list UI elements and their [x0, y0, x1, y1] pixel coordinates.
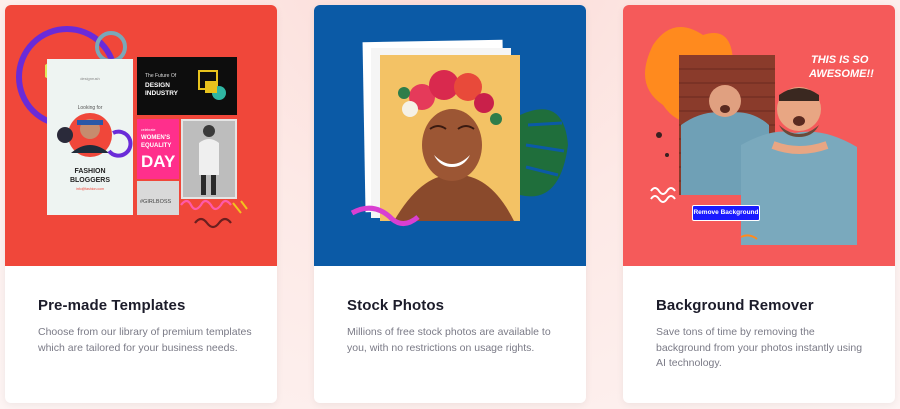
remove-background-button[interactable]: Remove Background [692, 205, 760, 221]
feature-card-background-remover[interactable]: THIS IS SO AWESOME!! Remove Background B… [623, 5, 895, 403]
svg-text:DAY: DAY [141, 152, 176, 171]
svg-text:BLOGGERS: BLOGGERS [70, 177, 110, 184]
card-description: Save tons of time by removing the backgr… [656, 326, 863, 369]
svg-text:info@fashion.com: info@fashion.com [76, 187, 104, 191]
svg-text:celebrate: celebrate [141, 128, 155, 132]
svg-text:AWESOME!!: AWESOME!! [808, 68, 874, 80]
card-description: Millions of free stock photos are availa… [347, 326, 551, 354]
svg-text:#GIRLBOSS: #GIRLBOSS [140, 199, 172, 205]
svg-text:FASHION: FASHION [74, 168, 105, 175]
svg-text:EQUALITY: EQUALITY [141, 143, 171, 149]
card-title: Stock Photos [347, 297, 445, 314]
svg-text:The Future Of: The Future Of [145, 73, 177, 79]
stock-photos-illustration [314, 5, 586, 266]
feature-card-premade-templates[interactable]: designrush Looking for FASHION BLOGGERS … [5, 5, 277, 403]
feature-card-stock-photos[interactable]: Stock Photos Millions of free stock phot… [314, 5, 586, 403]
svg-text:designrush: designrush [80, 76, 100, 81]
svg-text:THIS IS SO: THIS IS SO [811, 54, 869, 66]
svg-text:WOMEN'S: WOMEN'S [141, 135, 170, 141]
templates-illustration: designrush Looking for FASHION BLOGGERS … [5, 5, 277, 266]
svg-text:INDUSTRY: INDUSTRY [145, 90, 179, 97]
card-title: Background Remover [656, 297, 814, 314]
svg-text:DESIGN: DESIGN [145, 82, 170, 89]
card-description: Choose from our library of premium templ… [38, 326, 252, 354]
card-title: Pre-made Templates [38, 297, 186, 314]
looking-for-text: Looking for [78, 105, 103, 111]
background-remover-illustration: THIS IS SO AWESOME!! [623, 5, 895, 266]
